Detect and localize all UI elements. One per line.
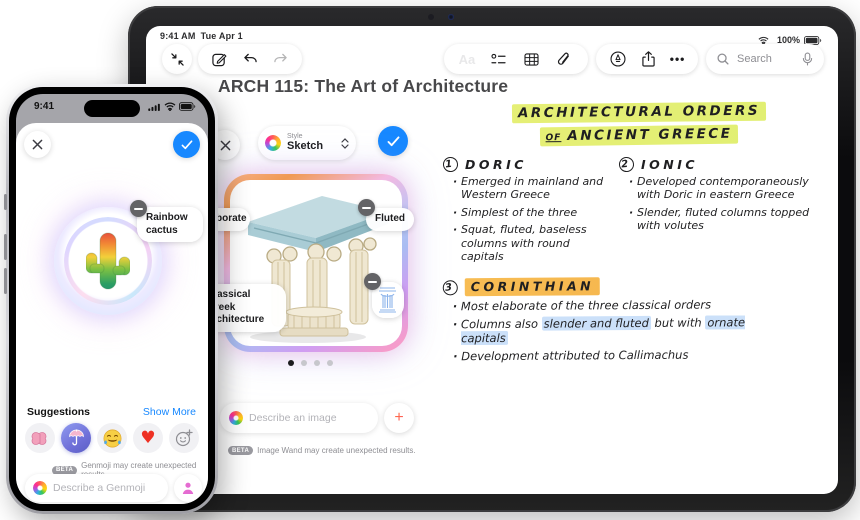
battery-icon [179, 102, 196, 111]
ionic-bullet: Slender, fluted columns topped with volu… [629, 206, 819, 233]
iphone-status-time: 9:41 [34, 101, 55, 112]
remove-sketch-button[interactable] [364, 273, 381, 290]
column-sketch-icon [379, 287, 396, 313]
format-toolbar-group: Aa [444, 44, 588, 74]
iphone-status-bar: 9:41 [16, 99, 208, 117]
table-icon[interactable] [523, 50, 541, 68]
suggestion-row: ♥ [25, 423, 199, 453]
mic-icon[interactable] [798, 50, 816, 68]
close-icon [32, 139, 43, 150]
describe-genmoji-field[interactable]: Describe a Genmoji [25, 474, 168, 502]
variant-page-dots[interactable] [288, 360, 333, 366]
marketing-canvas: 9:41 AM Tue Apr 1 100% Aa ••• Search ARC… [0, 0, 860, 520]
undo-button[interactable] [241, 50, 259, 68]
genmoji-tag[interactable]: Rainbow cactus [137, 207, 203, 242]
remove-genmoji-tag-button[interactable] [130, 200, 147, 217]
more-button[interactable]: ••• [670, 52, 686, 66]
add-genmoji-icon[interactable] [169, 423, 199, 453]
remove-tag-fluted-button[interactable] [358, 199, 375, 216]
iphone-bezel: 9:41 Rainbow cactus Suggestions Show Mor… [9, 87, 215, 511]
compose-button[interactable] [211, 50, 229, 68]
action-button [4, 194, 7, 210]
describe-image-field[interactable]: Describe an image [220, 403, 378, 433]
corinthian-bullet: Most elaborate of the three classical or… [453, 297, 783, 314]
checkmark-icon [181, 139, 192, 149]
suggestions-label: Suggestions [27, 406, 91, 418]
notes-heading-line2: OF ANCIENT GREECE [443, 124, 835, 147]
search-placeholder: Search [737, 53, 772, 65]
beta-badge: BETA [228, 446, 254, 455]
search-field[interactable]: Search [706, 44, 824, 74]
corinthian-bullet: Development attributed to Callimachus [453, 347, 783, 364]
image-wand-accept-button[interactable] [378, 126, 408, 156]
doric-bullet: Squat, fluted, baseless columns with rou… [453, 223, 611, 263]
search-icon [714, 50, 732, 68]
image-wand-disclaimer: BETA Image Wand may create unexpected re… [228, 446, 416, 455]
ipad-screen: 9:41 AM Tue Apr 1 100% Aa ••• Search ARC… [146, 26, 838, 494]
wifi-icon [164, 102, 176, 111]
ipad-status-bar: 9:41 AM Tue Apr 1 [160, 31, 243, 41]
chevron-up-down-icon [341, 137, 349, 149]
doric-section: 1DORIC Emerged in mainland and Western G… [442, 156, 611, 267]
corinthian-bullet: Columns also slender and fluted but with… [453, 315, 783, 346]
signal-icon [148, 103, 160, 111]
ipad-status-time: 9:41 AM [160, 31, 196, 41]
ionic-heading: IONIC [641, 157, 699, 172]
joy-emoji[interactable] [97, 423, 127, 453]
genmoji-sheet: Rainbow cactus Suggestions Show More ♥ B… [16, 123, 208, 504]
plus-icon: + [394, 409, 404, 426]
close-icon [220, 140, 230, 150]
ipad-device: 9:41 AM Tue Apr 1 100% Aa ••• Search ARC… [128, 6, 856, 512]
dynamic-island [84, 100, 140, 117]
edit-toolbar-group [198, 44, 302, 74]
style-value: Sketch [287, 140, 324, 153]
handwritten-notes: ARCHITECTURAL ORDERS OF ANCIENT GREECE 1D… [441, 101, 836, 367]
brain-emoji[interactable] [25, 423, 55, 453]
iphone-device: 9:41 Rainbow cactus Suggestions Show Mor… [4, 84, 218, 514]
volume-up-button [4, 234, 7, 260]
add-description-button[interactable]: + [384, 403, 414, 433]
corinthian-heading: CORINTHIAN [464, 277, 601, 297]
heart-emoji[interactable]: ♥ [133, 423, 163, 453]
ipad-front-camera [428, 13, 488, 21]
ipad-status-date: Tue Apr 1 [200, 31, 243, 41]
text-format-button[interactable]: Aa [459, 52, 476, 67]
ionic-section: 2IONIC Developed contemporaneously with … [618, 156, 819, 267]
image-playground-icon [265, 135, 281, 151]
describe-image-placeholder: Describe an image [249, 412, 337, 424]
doric-heading: DORIC [465, 157, 527, 172]
ionic-bullet: Developed contemporaneously with Doric i… [629, 175, 819, 202]
style-caption: Style [287, 133, 303, 141]
corinthian-section: 3CORINTHIAN Most elaborate of the three … [441, 276, 836, 364]
note-title: ARCH 115: The Art of Architecture [218, 76, 509, 96]
show-more-link[interactable]: Show More [143, 406, 196, 418]
person-icon [182, 482, 194, 494]
doric-bullet: Emerged in mainland and Western Greece [453, 175, 611, 202]
rainbow-cactus-emoji [86, 232, 130, 290]
volume-down-button [4, 268, 7, 294]
markup-icon[interactable] [609, 50, 627, 68]
checklist-icon[interactable] [490, 50, 508, 68]
image-playground-icon [229, 411, 243, 425]
genmoji-accept-button[interactable] [173, 131, 200, 158]
genmoji-close-button[interactable] [24, 131, 51, 158]
checkmark-icon [387, 135, 399, 146]
redo-button[interactable] [272, 50, 290, 68]
actions-toolbar-group: ••• [596, 44, 698, 74]
collapse-icon [168, 50, 186, 68]
umbrella-emoji-selected[interactable] [61, 423, 91, 453]
paperclip-icon[interactable] [555, 50, 573, 68]
doric-bullet: Simplest of the three [453, 206, 611, 220]
person-genmoji-button[interactable] [174, 474, 202, 502]
disclaimer-text: Image Wand may create unexpected results… [257, 446, 416, 455]
share-icon[interactable] [639, 50, 657, 68]
collapse-toolbar-button[interactable] [162, 44, 192, 74]
style-picker[interactable]: Style Sketch [258, 126, 356, 160]
genmoji-sparkle-icon [33, 481, 47, 495]
iphone-screen: 9:41 Rainbow cactus Suggestions Show Mor… [16, 94, 208, 504]
describe-genmoji-placeholder: Describe a Genmoji [53, 482, 146, 494]
notes-heading-line1: ARCHITECTURAL ORDERS [443, 101, 835, 124]
